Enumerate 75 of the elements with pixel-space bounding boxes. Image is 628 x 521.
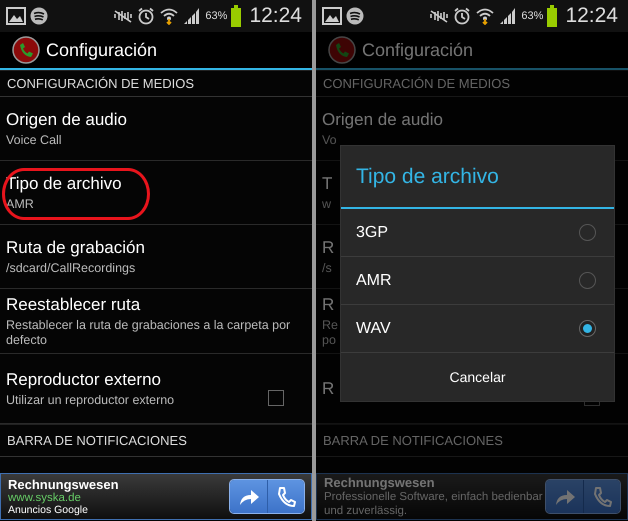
item-summary: Utilizar un reproductor externo: [6, 392, 174, 408]
wifi-icon: [475, 7, 496, 25]
ad-url[interactable]: www.syska.de: [8, 492, 229, 504]
signal-icon: [499, 7, 518, 25]
option-label: AMR: [356, 272, 392, 290]
picture-icon: [322, 7, 342, 25]
item-title: Ruta de grabación: [6, 238, 145, 258]
section-header: CONFIGURACIÓN DE MEDIOS: [316, 70, 628, 97]
app-title: Configuración: [46, 40, 158, 60]
checkbox[interactable]: [268, 390, 284, 406]
battery-percent: 63%: [521, 10, 544, 22]
phone-icon: [276, 486, 296, 508]
item-summary: Voice Call: [6, 132, 62, 148]
ad-banner[interactable]: Rechnungswesen Professionelle Software, einfach bedienbar und zuverlässig.: [316, 473, 628, 520]
item-summary: /s: [322, 260, 332, 276]
ad-text: Professionelle Software, einfach bedienbar und zuverlässig.: [324, 490, 544, 518]
item-title: Tipo de archivo: [6, 174, 122, 194]
section-header: CONFIGURACIÓN DE MEDIOS: [0, 70, 312, 97]
item-title: Reproductor externo: [6, 370, 161, 390]
item-summary: Re po: [322, 318, 338, 348]
item-summary: AMR: [6, 196, 34, 212]
radio-button[interactable]: [579, 224, 596, 241]
item-title: Origen de audio: [6, 110, 127, 130]
forward-arrow-icon: [554, 488, 576, 506]
settings-item[interactable]: Tipo de archivo AMR: [0, 161, 312, 225]
music-app-icon: [346, 7, 364, 25]
item-title: R: [322, 294, 334, 314]
share-button[interactable]: [230, 480, 267, 513]
ad-banner[interactable]: Rechnungswesen www.syska.de Anuncios Google: [0, 473, 312, 520]
vibrate-icon: [429, 8, 450, 24]
call-button[interactable]: [583, 480, 620, 513]
dialog-option[interactable]: 3GP: [341, 209, 614, 257]
ad-title: Rechnungswesen: [324, 475, 436, 490]
alarm-clock-icon: [453, 7, 472, 25]
item-title: T: [322, 174, 332, 194]
app-logo-icon: [12, 36, 40, 64]
ad-source: Anuncios Google: [8, 504, 89, 516]
option-label: WAV: [356, 320, 391, 338]
dialog-option[interactable]: AMR: [341, 257, 614, 305]
item-title: R: [322, 378, 334, 398]
ad-title: Rechnungswesen: [8, 477, 120, 492]
settings-item[interactable]: Origen de audio Voice Call: [0, 97, 312, 161]
settings-item[interactable]: Reestablecer ruta Restablecer la ruta de grabaciones a la carpeta por defecto: [0, 289, 312, 354]
picture-icon: [6, 7, 26, 25]
battery-icon: [231, 5, 242, 27]
phone-icon: [592, 486, 612, 508]
dialog-title: Tipo de archivo: [341, 146, 614, 209]
vibrate-icon: [113, 8, 134, 24]
clock-time: 12:24: [565, 4, 618, 28]
app-title: Configuración: [362, 40, 474, 60]
section-header: BARRA DE NOTIFICACIONES: [0, 424, 312, 457]
option-label: 3GP: [356, 224, 388, 242]
item-summary: Vo: [322, 132, 337, 148]
wifi-icon: [159, 7, 180, 25]
battery-percent: 63%: [205, 10, 228, 22]
item-title: Origen de audio: [322, 110, 443, 130]
settings-item[interactable]: Ruta de grabación /sdcard/CallRecordings: [0, 225, 312, 289]
item-summary: /sdcard/CallRecordings: [6, 260, 136, 276]
section-header: BARRA DE NOTIFICACIONES: [316, 424, 628, 457]
clock-time: 12:24: [249, 4, 302, 28]
share-button[interactable]: [546, 480, 583, 513]
radio-button[interactable]: [579, 272, 596, 289]
item-title: Reestablecer ruta: [6, 294, 140, 314]
app-logo-icon: [328, 36, 356, 64]
item-title: R: [322, 238, 334, 258]
music-app-icon: [30, 7, 48, 25]
item-summary: Restablecer la ruta de grabaciones a la carpeta por defecto: [6, 318, 292, 348]
call-button[interactable]: [267, 480, 304, 513]
item-summary: w: [322, 196, 332, 212]
settings-item[interactable]: Reproductor externo Utilizar un reproductor externo: [0, 354, 312, 424]
battery-icon: [547, 5, 558, 27]
signal-icon: [183, 7, 202, 25]
forward-arrow-icon: [238, 488, 260, 506]
radio-button[interactable]: [579, 320, 596, 337]
alarm-clock-icon: [137, 7, 156, 25]
